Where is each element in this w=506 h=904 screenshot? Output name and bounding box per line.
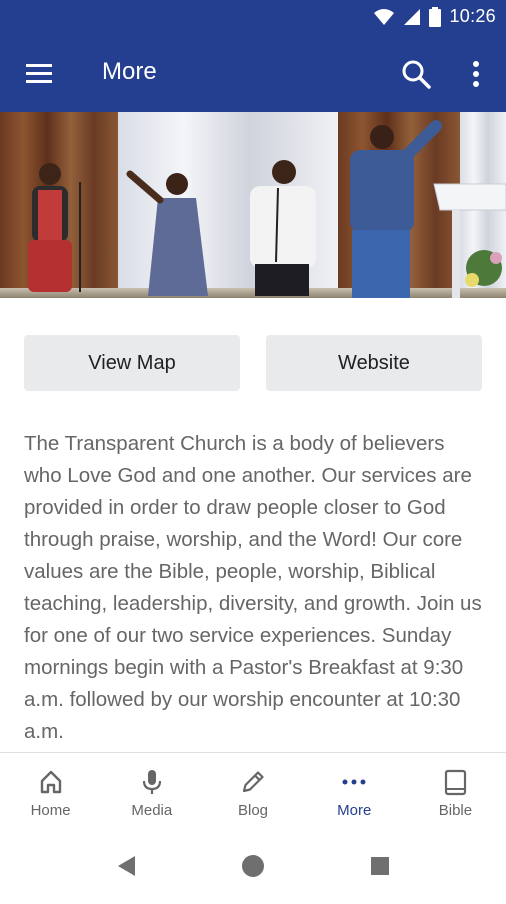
microphone-icon: [142, 770, 161, 794]
page-title: More: [102, 58, 157, 85]
cellular-signal-icon: [404, 8, 421, 25]
hamburger-menu-icon[interactable]: [22, 58, 58, 90]
tab-label: Bible: [438, 802, 473, 819]
status-icons: 10:26: [373, 6, 496, 27]
hero-photo: [0, 112, 506, 298]
back-icon[interactable]: [118, 856, 135, 876]
tab-bible[interactable]: Bible: [405, 753, 506, 831]
pencil-icon: [242, 771, 264, 793]
church-description: The Transparent Church is a body of beli…: [24, 432, 482, 743]
search-icon[interactable]: [400, 58, 432, 90]
tab-label: Media: [131, 802, 173, 819]
tab-label: More: [337, 802, 372, 819]
app-bar: More: [0, 36, 506, 112]
view-map-button[interactable]: View Map: [24, 335, 240, 391]
tab-blog[interactable]: Blog: [202, 753, 303, 831]
website-button[interactable]: Website: [266, 335, 482, 391]
hero-image: [0, 112, 506, 298]
system-nav-buttons: [118, 855, 389, 877]
system-nav-bar: [0, 830, 506, 900]
tab-media[interactable]: Media: [101, 753, 202, 831]
clock: 10:26: [449, 6, 496, 26]
tab-label: Blog: [237, 802, 269, 819]
bottom-tab-bar: Home Media Blog More Bible: [0, 752, 506, 831]
home-icon: [40, 770, 61, 794]
recents-icon[interactable]: [371, 857, 389, 875]
status-bar: 10:26: [0, 0, 506, 36]
tab-home[interactable]: Home: [0, 753, 101, 831]
book-icon: [445, 769, 467, 796]
more-horizontal-icon: [342, 779, 366, 785]
tab-label: Home: [30, 802, 71, 819]
home-circle-icon[interactable]: [242, 855, 264, 877]
tab-more[interactable]: More: [304, 753, 405, 831]
battery-icon: [429, 6, 442, 27]
more-vertical-icon[interactable]: [466, 58, 486, 90]
wifi-icon: [374, 8, 395, 25]
